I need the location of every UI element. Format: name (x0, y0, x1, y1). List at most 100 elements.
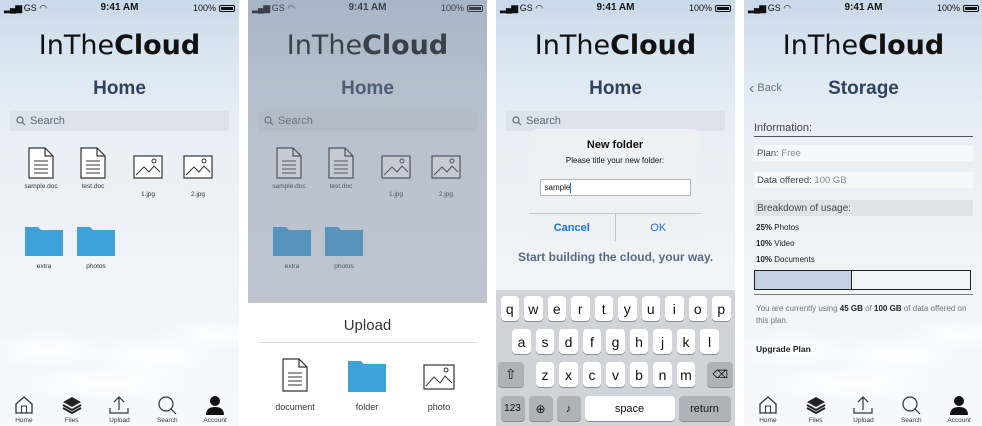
upload-document-option[interactable]: document (262, 358, 328, 412)
usage-note: You are currently using 45 GB of 100 GB … (756, 304, 967, 325)
dialog-message: Please title your new folder: (565, 156, 665, 165)
file-name: 1.jpg (140, 191, 156, 198)
key[interactable]: e (547, 296, 566, 321)
numbers-key[interactable]: 123 (500, 396, 525, 421)
battery: 100% (937, 3, 979, 13)
status-bar: ▂▄▆ GS ◠ 9:41 AM 100% (744, 0, 982, 16)
delete-key[interactable]: ⌫ (707, 362, 734, 387)
key[interactable]: b (629, 362, 649, 387)
tab-search[interactable]: Search (144, 395, 190, 424)
tab-account[interactable]: Account (936, 395, 982, 424)
brand-logo: InTheCloud (534, 30, 697, 61)
page-title: Storage (828, 78, 899, 99)
key[interactable]: g (606, 329, 625, 354)
key[interactable]: o (688, 296, 707, 321)
tab-bar: Home Files Upload Search Account (744, 390, 982, 426)
folder-name-input[interactable]: sample (539, 179, 691, 196)
dialog-title: New folder (586, 139, 644, 151)
file-item[interactable]: 1.jpg (123, 155, 173, 198)
shift-key[interactable]: ⇧ (497, 362, 524, 387)
folder-icon (348, 361, 386, 392)
status-bar: ▂▄▆ GS ◠ 9:41 AM 100% (0, 0, 239, 16)
file-item[interactable]: sample.doc (16, 147, 66, 190)
home-screen: ▂▄▆ GS ◠ 9:41 AM 100% InTheCloud Home Se… (0, 0, 239, 426)
account-icon (950, 396, 969, 415)
search-icon (512, 116, 522, 126)
key[interactable]: h (629, 329, 649, 354)
file-item[interactable]: test.doc (68, 147, 118, 190)
key[interactable]: t (594, 296, 613, 321)
tagline: Start building the cloud, your way. (517, 250, 714, 264)
cloud-background (0, 290, 239, 400)
search-input[interactable]: Search (10, 111, 229, 131)
cancel-button[interactable]: Cancel (529, 214, 616, 241)
key[interactable]: p (712, 296, 731, 321)
key[interactable]: j (653, 329, 672, 354)
brand-logo: InTheCloud (38, 30, 201, 61)
tab-home[interactable]: Home (1, 395, 47, 424)
key[interactable]: m (676, 362, 696, 387)
search-input[interactable]: Search (506, 111, 725, 131)
new-folder-screen: ▂▄▆ GS ◠ 9:41 AM 100% InTheCloud Home Se… (496, 0, 735, 426)
upgrade-plan-button[interactable]: Upgrade Plan (756, 344, 811, 354)
file-name: test.doc (81, 183, 105, 190)
globe-key[interactable]: ⊕ (528, 396, 553, 421)
key[interactable]: v (606, 362, 625, 387)
key[interactable]: q (500, 296, 519, 321)
key[interactable]: f (582, 329, 602, 354)
space-key[interactable]: space (584, 396, 675, 421)
image-icon (423, 364, 455, 390)
key[interactable]: n (653, 362, 672, 387)
brand-logo: InTheCloud (782, 30, 945, 61)
files-icon (62, 397, 82, 415)
ok-button[interactable]: OK (616, 214, 702, 241)
option-label: document (275, 402, 315, 412)
file-item[interactable]: 2.jpg (173, 155, 223, 198)
key[interactable]: l (700, 329, 719, 354)
modal-overlay[interactable] (248, 0, 487, 303)
key[interactable]: a (512, 329, 531, 354)
folder-item[interactable]: photos (71, 224, 121, 270)
data-offered-label: Data offered: (757, 175, 812, 186)
status-bar: ▂▄▆ GS ◠ 9:41 AM 100% (496, 0, 735, 16)
key[interactable]: s (535, 329, 555, 354)
key[interactable]: x (559, 362, 578, 387)
key[interactable]: i (665, 296, 684, 321)
files-icon (806, 397, 826, 415)
key[interactable]: k (676, 329, 696, 354)
tab-bar: Home Files Upload Search Account (0, 390, 239, 426)
key[interactable]: w (524, 296, 543, 321)
account-icon (206, 396, 225, 415)
tab-upload[interactable]: Upload (96, 395, 142, 424)
plan-value: Free (781, 148, 801, 159)
key[interactable]: z (535, 362, 555, 387)
tab-home[interactable]: Home (745, 395, 791, 424)
battery-icon (715, 4, 731, 12)
upload-sheet: Upload document folder photo (248, 303, 487, 426)
tab-upload[interactable]: Upload (840, 395, 886, 424)
divider (754, 294, 973, 295)
tab-files[interactable]: Files (49, 395, 95, 424)
usage-item-photos: 25% Photos (756, 223, 800, 232)
page-title: Home (589, 78, 642, 99)
return-key[interactable]: return (678, 396, 731, 421)
folder-item[interactable]: extra (19, 224, 69, 270)
key[interactable]: u (641, 296, 660, 321)
dictation-key[interactable]: ♪ (556, 396, 581, 421)
upload-photo-option[interactable]: photo (406, 358, 472, 412)
text-caret (570, 183, 572, 193)
tab-files[interactable]: Files (793, 395, 839, 424)
key[interactable]: r (571, 296, 590, 321)
key[interactable]: y (618, 296, 637, 321)
storage-screen: ▂▄▆ GS ◠ 9:41 AM 100% InTheCloud ‹ Back … (744, 0, 982, 426)
upload-folder-option[interactable]: folder (334, 358, 400, 412)
tab-search[interactable]: Search (888, 395, 934, 424)
document-icon (28, 147, 54, 179)
new-folder-dialog: New folder Please title your new folder:… (529, 129, 701, 241)
search-icon (158, 396, 177, 415)
key[interactable]: c (582, 362, 602, 387)
tab-account[interactable]: Account (192, 395, 238, 424)
key[interactable]: d (559, 329, 578, 354)
option-label: folder (355, 402, 379, 412)
plan-row: Plan: Free (754, 145, 973, 161)
